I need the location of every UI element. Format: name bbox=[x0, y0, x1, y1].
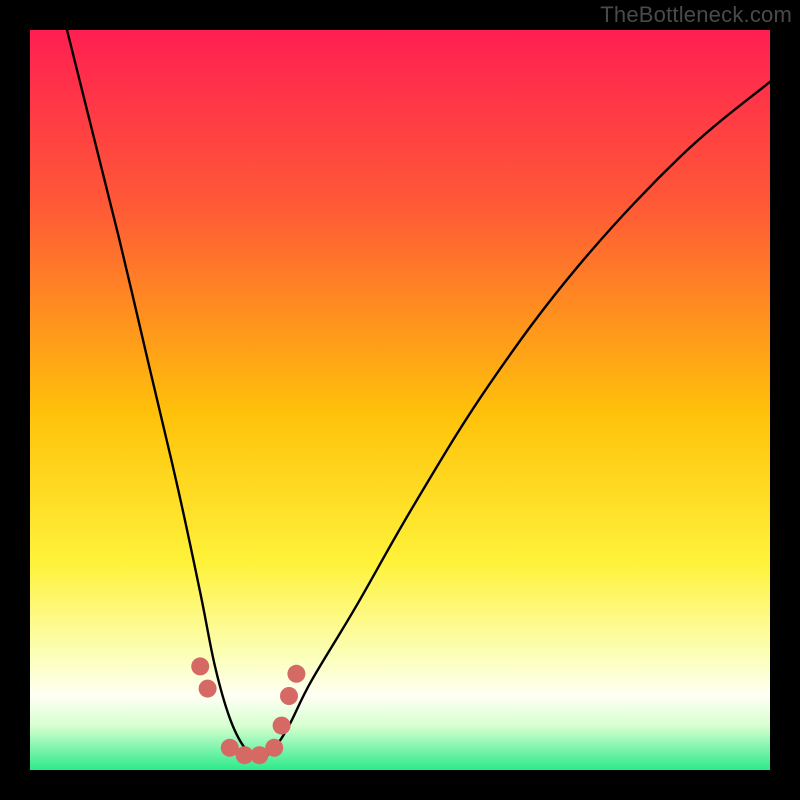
bottleneck-curve bbox=[67, 30, 770, 759]
marker-dot bbox=[191, 657, 209, 675]
marker-dot bbox=[280, 687, 298, 705]
marker-dot bbox=[287, 665, 305, 683]
curve-layer bbox=[30, 30, 770, 770]
marker-dot bbox=[265, 739, 283, 757]
plot-area bbox=[30, 30, 770, 770]
watermark-text: TheBottleneck.com bbox=[600, 2, 792, 28]
marker-dot bbox=[273, 717, 291, 735]
marker-dot bbox=[199, 680, 217, 698]
chart-frame: TheBottleneck.com bbox=[0, 0, 800, 800]
marker-group bbox=[191, 657, 305, 764]
